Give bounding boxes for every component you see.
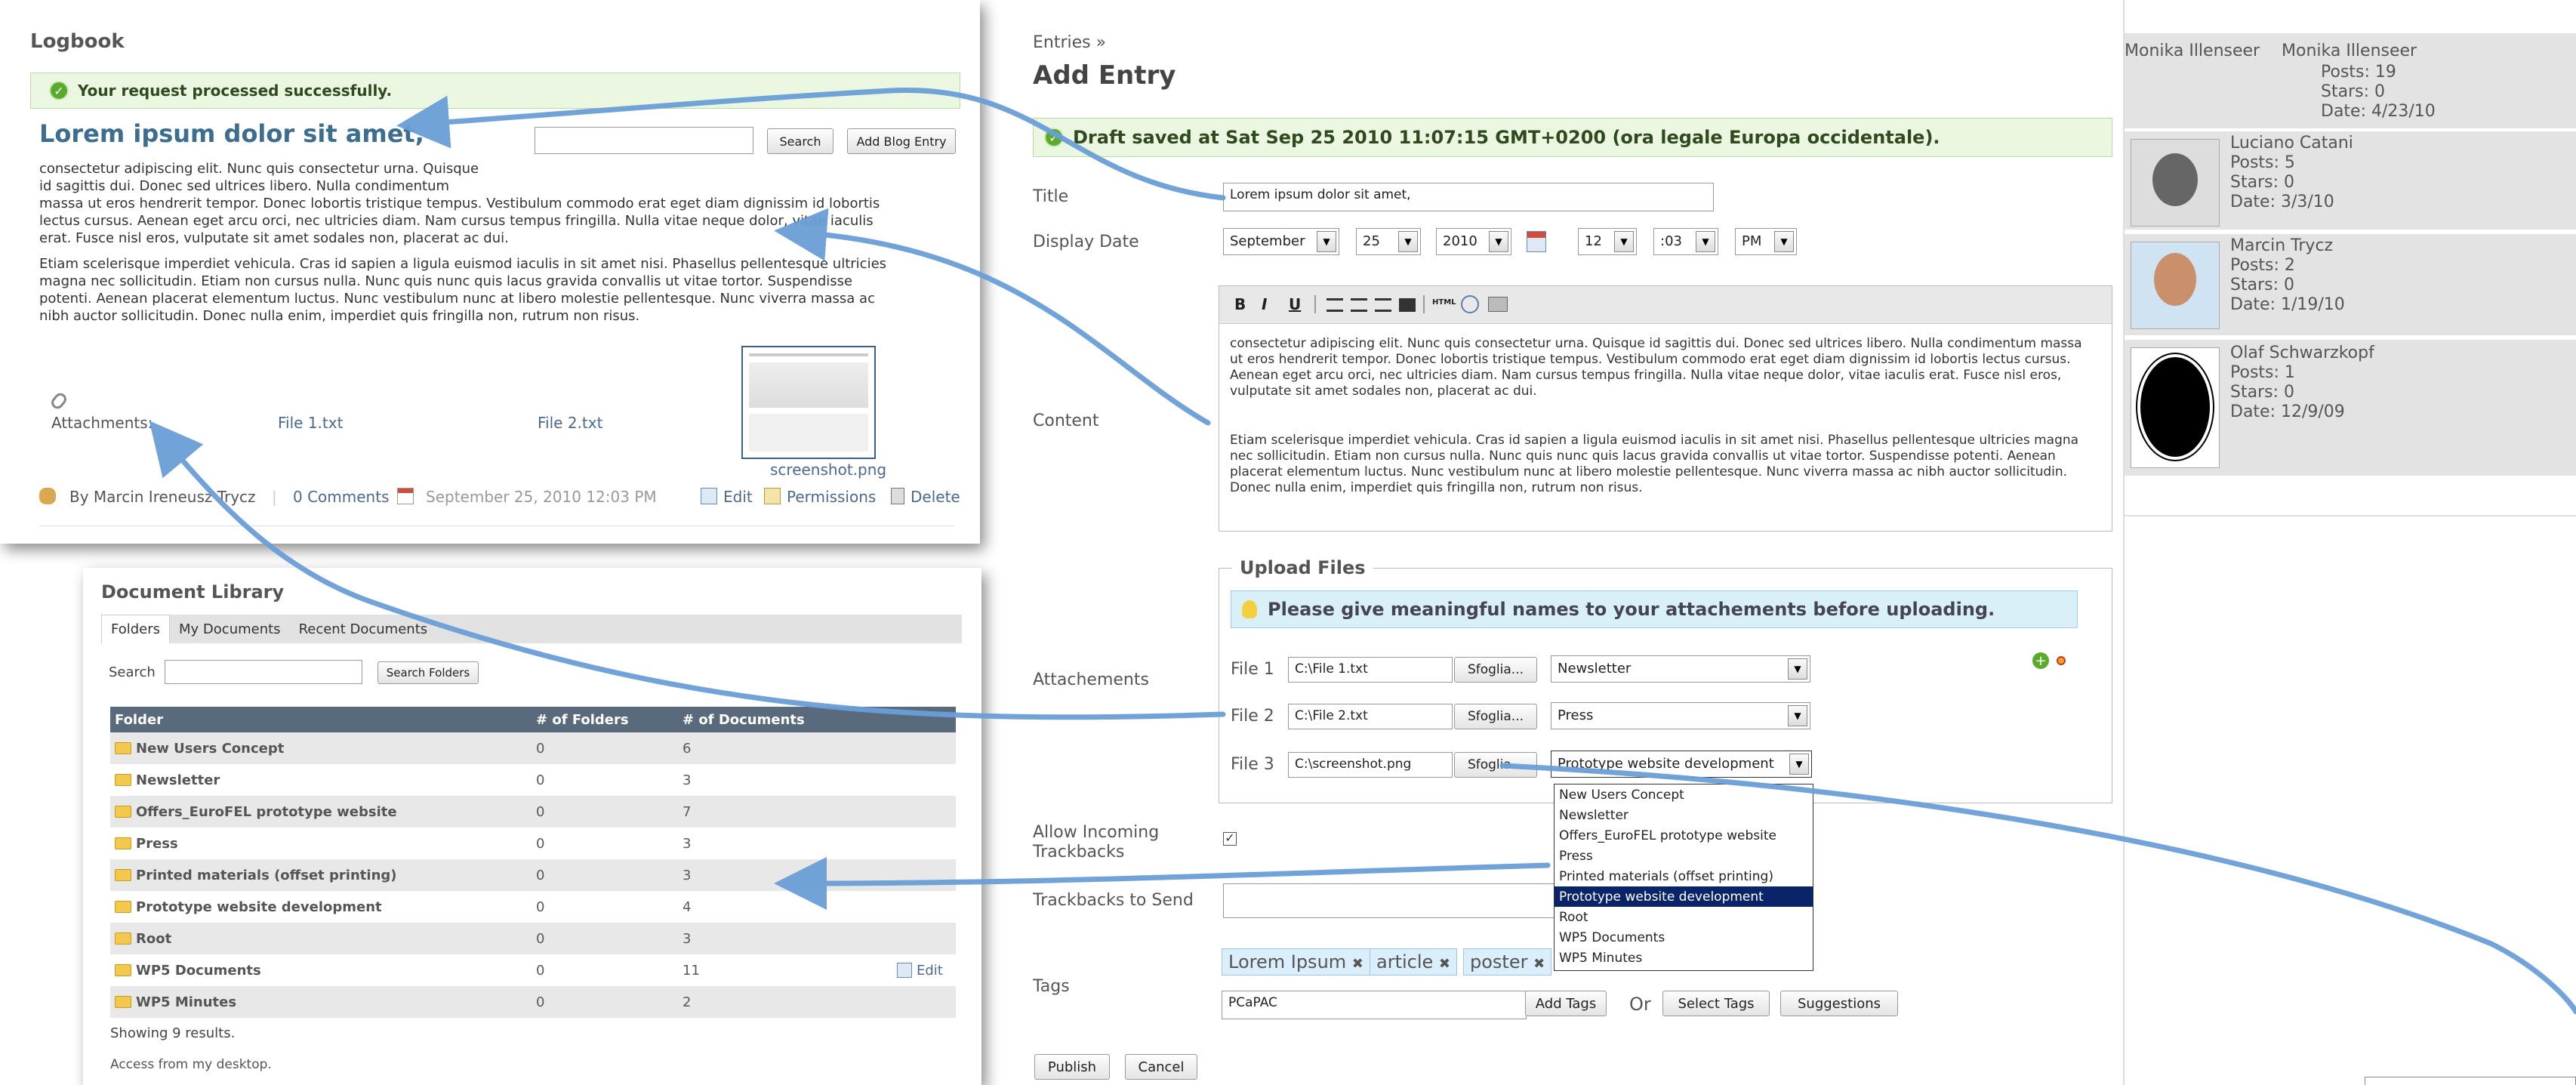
arrow-title (396, 87, 1226, 201)
annotation-arrows (149, 87, 2576, 1015)
arrow-content (774, 208, 1211, 426)
arrow-attachments (149, 421, 1226, 720)
arrow-screenshot (1499, 763, 2576, 1015)
arrow-folder (774, 856, 1551, 910)
